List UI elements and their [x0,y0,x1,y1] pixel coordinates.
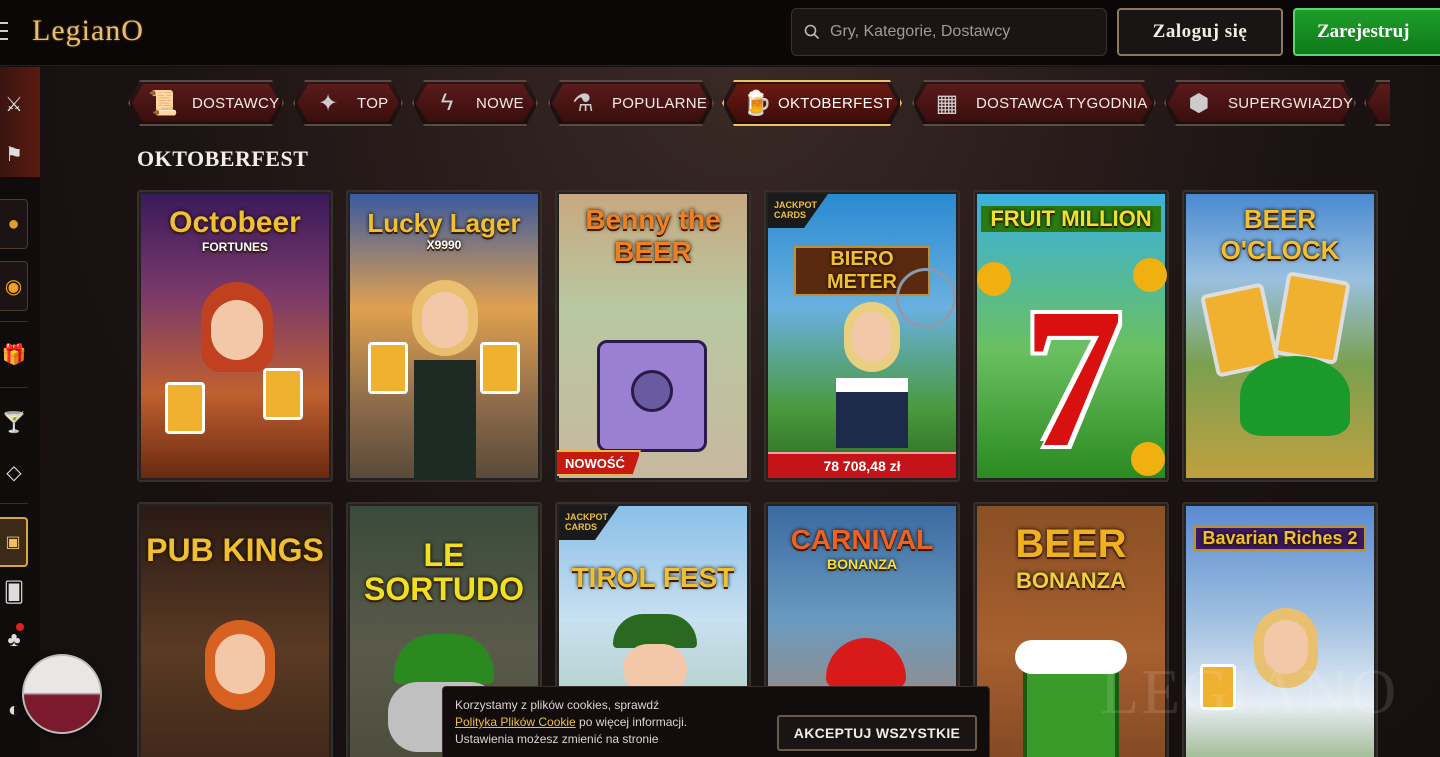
game-tile-lucky-lager[interactable]: Lucky Lager X9990 [346,190,542,482]
new-badge: NOWOŚĆ [557,450,641,476]
tab-dostawcy[interactable]: 📜 DOSTAWCY [128,80,284,126]
section-title: OKTOBERFEST [137,146,309,171]
coin-icon [977,262,1011,296]
tab-oktoberfest[interactable]: 🍺 OKTOBERFEST [722,80,902,126]
potion-icon: ⚗ [572,89,594,117]
site-logo[interactable]: LegianO [32,14,144,48]
character-dress [414,360,476,480]
sidebar-divider [0,387,28,388]
scroll-icon: 📜 [148,89,178,117]
beer-mug-right [263,368,303,420]
game-title: PUB KINGS [146,532,324,568]
coin-icon [1131,442,1165,476]
accept-all-cookies-button[interactable]: AKCEPTUJ WSZYSTKIE [777,715,977,751]
left-sidebar: ⚔ ⚑ ● ◉ 🎁 🍸 ◇ ▣ 🂠 ♣ ◐ [0,67,40,757]
beer-mug-icon: 🍺 [742,89,772,117]
cookie-text: Korzystamy z plików cookies, sprawdź Pol… [455,697,765,748]
character-face [422,292,468,348]
tab-nowe[interactable]: ϟ NOWE [412,80,538,126]
game-title: Octobeer [169,206,301,239]
seven-symbol: 7 [1023,268,1123,482]
game-title: TIROL FEST [571,562,735,593]
game-title: Benny the BEER [585,204,721,267]
game-title: Bavarian Riches 2 [1194,526,1366,551]
tab-label: OKTOBERFEST [778,94,893,112]
ferris-wheel [896,268,956,328]
trophy-icon[interactable]: ⚑ [0,129,28,179]
category-tabs: 📜 DOSTAWCY ✦ TOP ϟ NOWE ⚗ POPULARNE 🍺 OK… [128,76,1390,130]
game-subtitle: BONANZA [1016,568,1126,593]
gem-icon: ⬢ [1188,89,1210,117]
game-tile-octobeer[interactable]: Octobeer FORTUNES [137,190,333,482]
game-title: CARNIVAL [790,524,934,555]
game-subtitle: FORTUNES [202,240,268,254]
diamond-icon[interactable]: ◇ [0,447,28,497]
gift-icon[interactable]: 🎁 [0,329,28,379]
treasure-chest-icon[interactable]: ▣ [0,517,28,567]
game-tile-pub-kings[interactable]: PUB KINGS [137,502,333,757]
tab-label: SUPERGWIAZDY [1228,94,1354,112]
gold-coin-icon[interactable]: ◉ [0,261,28,311]
tab-top[interactable]: ✦ TOP [293,80,403,126]
game-title: Lucky Lager [367,208,521,238]
green-hat [1240,356,1350,436]
tab-popularne[interactable]: ⚗ POPULARNE [548,80,714,126]
game-title: BEER [1015,522,1127,566]
search-box[interactable] [791,8,1107,56]
register-button[interactable]: Zarejestruj [1293,8,1440,56]
character-face [852,312,892,362]
cards-icon[interactable]: 🂠 [0,567,28,617]
coin-bag-icon[interactable]: ● [0,199,28,249]
search-icon [804,24,820,40]
game-tile-fruit-million[interactable]: FRUIT MILLION 7 [973,190,1169,482]
character-face [215,634,265,694]
cookie-banner: Korzystamy z plików cookies, sprawdź Pol… [442,686,990,757]
game-title: BEER O'CLOCK [1220,204,1340,265]
beer-mug-left [368,342,408,394]
game-subtitle: BONANZA [827,556,897,572]
beer-mug-right [480,342,520,394]
tab-supergwiazdy[interactable]: ⬢ SUPERGWIAZDY [1164,80,1356,126]
sidebar-divider [0,321,28,322]
cookie-text-line: Ustawienia możesz zmienić na stronie [455,732,659,746]
login-button[interactable]: Zaloguj się [1117,8,1283,56]
character-dress [836,378,908,448]
character-face [211,300,263,360]
game-tile-bier-o-meter[interactable]: JACKPOT CARDS BIERO METER 78 708,48 zł [764,190,960,482]
hamburger-menu-icon[interactable] [0,22,10,42]
tab-label: DOSTAWCA TYGODNIA [976,94,1148,112]
notification-dot [16,623,24,631]
clover-icon[interactable]: ♣ [0,615,28,665]
tab-dostawca-tygodnia[interactable]: ▦ DOSTAWCA TYGODNIA [912,80,1156,126]
tab-label: TOP [357,94,389,112]
game-title: FRUIT MILLION [981,206,1161,232]
coin-icon [1133,258,1167,292]
game-title: LE SORTUDO [364,537,524,607]
language-flag-polish[interactable] [22,654,102,734]
star-icon: ✦ [317,89,339,117]
cookie-text-line: Korzystamy z plików cookies, sprawdź [455,698,660,712]
search-input[interactable] [830,23,1090,41]
tab-more[interactable] [1364,80,1390,126]
tab-label: POPULARNE [612,94,708,112]
tab-label: DOSTAWCY [192,94,280,112]
game-subtitle: X9990 [426,238,462,252]
cocktail-icon[interactable]: 🍸 [0,397,28,447]
camera-lens [631,370,673,412]
beer-mug-left [165,382,205,434]
calendar-icon: ▦ [935,89,959,117]
tab-label: NOWE [476,94,524,112]
cookie-policy-link[interactable]: Polityka Plików Cookie [455,715,576,729]
watermark-logo: LEGIANO [1100,656,1399,727]
lightning-icon: ϟ [440,89,454,116]
cookie-text-line: po więcej informacji. [575,715,688,729]
game-tile-benny-the-beer[interactable]: Benny the BEER NOWOŚĆ [555,190,751,482]
sidebar-divider [0,503,28,504]
green-hat [613,614,697,648]
top-header: LegianO Zaloguj się Zarejestruj [0,0,1440,66]
game-tile-beer-oclock[interactable]: BEER O'CLOCK [1182,190,1378,482]
jackpot-amount: 78 708,48 zł [768,452,956,478]
sword-icon[interactable]: ⚔ [0,79,28,129]
